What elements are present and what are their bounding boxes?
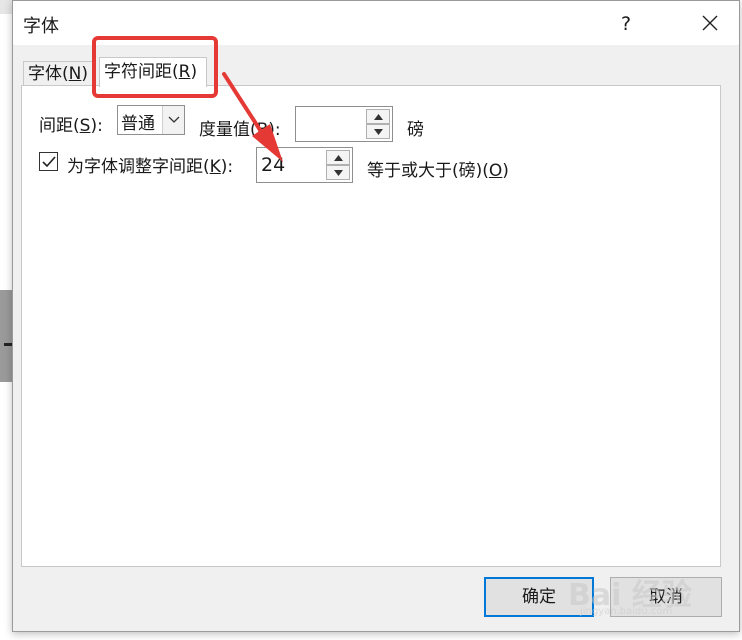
kerning-spin-buttons [326, 150, 350, 180]
spacing-dropdown-button[interactable] [162, 106, 184, 134]
kerning-increment-button[interactable] [326, 150, 350, 165]
watermark-url: jingyan.baidu.com [580, 606, 673, 617]
measure-spinbox[interactable] [295, 106, 393, 142]
tab-font-accesskey: N [68, 64, 82, 84]
background-ruler-mark [4, 343, 12, 346]
spacing-label-prefix: 间距( [39, 116, 80, 136]
kerning-value[interactable]: 24 [261, 154, 285, 176]
kerning-spinbox[interactable]: 24 [256, 147, 353, 183]
kerning-decrement-button[interactable] [326, 165, 350, 180]
tab-font-label-prefix: 字体( [28, 64, 69, 84]
measure-label: 度量值(B): [199, 120, 281, 140]
tab-font-label-suffix: ) [81, 64, 88, 84]
watermark: Bai 经验 jingyan.baidu.com [566, 560, 736, 620]
kerning-accesskey: K [209, 157, 221, 177]
kerning-label-prefix: 为字体调整字间距( [67, 157, 210, 177]
measure-unit: 磅 [407, 120, 424, 140]
annotation-highlight-box [92, 36, 218, 98]
kerning-after-prefix: 等于或大于(磅)( [367, 161, 489, 181]
measure-spin-buttons [366, 109, 390, 139]
tab-font[interactable]: 字体(N) [23, 61, 93, 87]
spacing-accesskey: S [79, 116, 91, 136]
kerning-after-label: 等于或大于(磅)(O) [367, 156, 509, 181]
measure-increment-button[interactable] [366, 109, 390, 124]
kerning-label: 为字体调整字间距(K): [67, 152, 233, 177]
kerning-after-accesskey: O [488, 161, 503, 181]
background-ruler [0, 290, 12, 382]
kerning-checkbox[interactable] [39, 152, 58, 171]
caret-up-icon [374, 114, 383, 120]
spacing-label-suffix: ): [90, 116, 103, 136]
kerning-after-suffix: ) [502, 161, 509, 181]
dialog-title: 字体 [23, 16, 59, 37]
measure-decrement-button[interactable] [366, 124, 390, 139]
chevron-down-icon [168, 116, 180, 123]
checkmark-icon [42, 156, 56, 168]
help-button[interactable]: ? [603, 9, 649, 39]
help-icon: ? [620, 13, 632, 35]
caret-down-icon [374, 129, 383, 135]
close-button[interactable] [687, 5, 733, 41]
close-icon [702, 15, 718, 31]
spacing-select-value: 普通 [121, 114, 155, 134]
kerning-label-suffix: ): [220, 157, 234, 177]
caret-up-icon [334, 155, 343, 161]
spacing-label: 间距(S): [39, 111, 103, 136]
spacing-select[interactable]: 普通 [117, 105, 185, 135]
caret-down-icon [334, 170, 343, 176]
